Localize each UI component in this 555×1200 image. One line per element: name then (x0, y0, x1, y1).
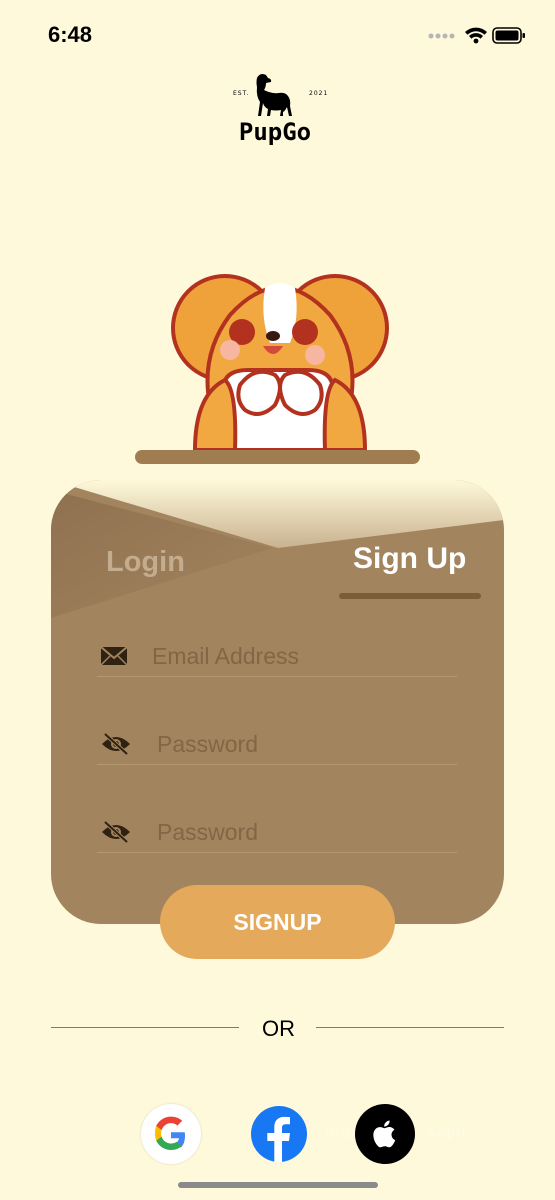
brand-year: 2021 (309, 90, 329, 97)
divider-left (51, 1027, 239, 1028)
status-bar: 6:48 (0, 0, 555, 70)
active-tab-indicator (339, 593, 481, 599)
card-ledge (135, 450, 420, 464)
email-field (97, 636, 457, 677)
eye-slash-icon[interactable] (99, 820, 133, 844)
dog-mascot-illustration (171, 274, 389, 452)
brand-est-label: EST. (233, 90, 250, 97)
tab-login[interactable]: Login (106, 546, 185, 579)
brand-name: PupGo (238, 118, 312, 146)
cellular-signal-icon (428, 33, 455, 39)
mail-icon (100, 646, 128, 666)
status-time: 6:48 (48, 22, 93, 47)
google-icon (155, 1116, 185, 1150)
password-field (97, 724, 459, 765)
facebook-login-button[interactable] (249, 1104, 309, 1164)
tab-signup[interactable]: Sign Up (353, 542, 466, 576)
google-login-button[interactable] (141, 1104, 201, 1164)
divider-right (316, 1027, 504, 1028)
confirm-password-input[interactable] (155, 814, 459, 850)
facebook-icon (251, 1106, 307, 1162)
battery-icon (492, 27, 525, 44)
status-icons (427, 24, 527, 51)
or-label: OR (262, 1016, 295, 1041)
signup-button[interactable]: SIGNUP (160, 885, 395, 959)
password-input[interactable] (155, 726, 459, 762)
apple-icon (373, 1120, 396, 1148)
home-indicator (178, 1182, 378, 1188)
apple-login-button[interactable] (355, 1104, 415, 1164)
confirm-password-field (97, 812, 459, 853)
brand-logo: EST. 2021 PupGo (225, 70, 335, 160)
email-input[interactable] (150, 638, 454, 674)
eye-slash-icon[interactable] (99, 732, 133, 756)
wifi-icon (465, 27, 487, 44)
